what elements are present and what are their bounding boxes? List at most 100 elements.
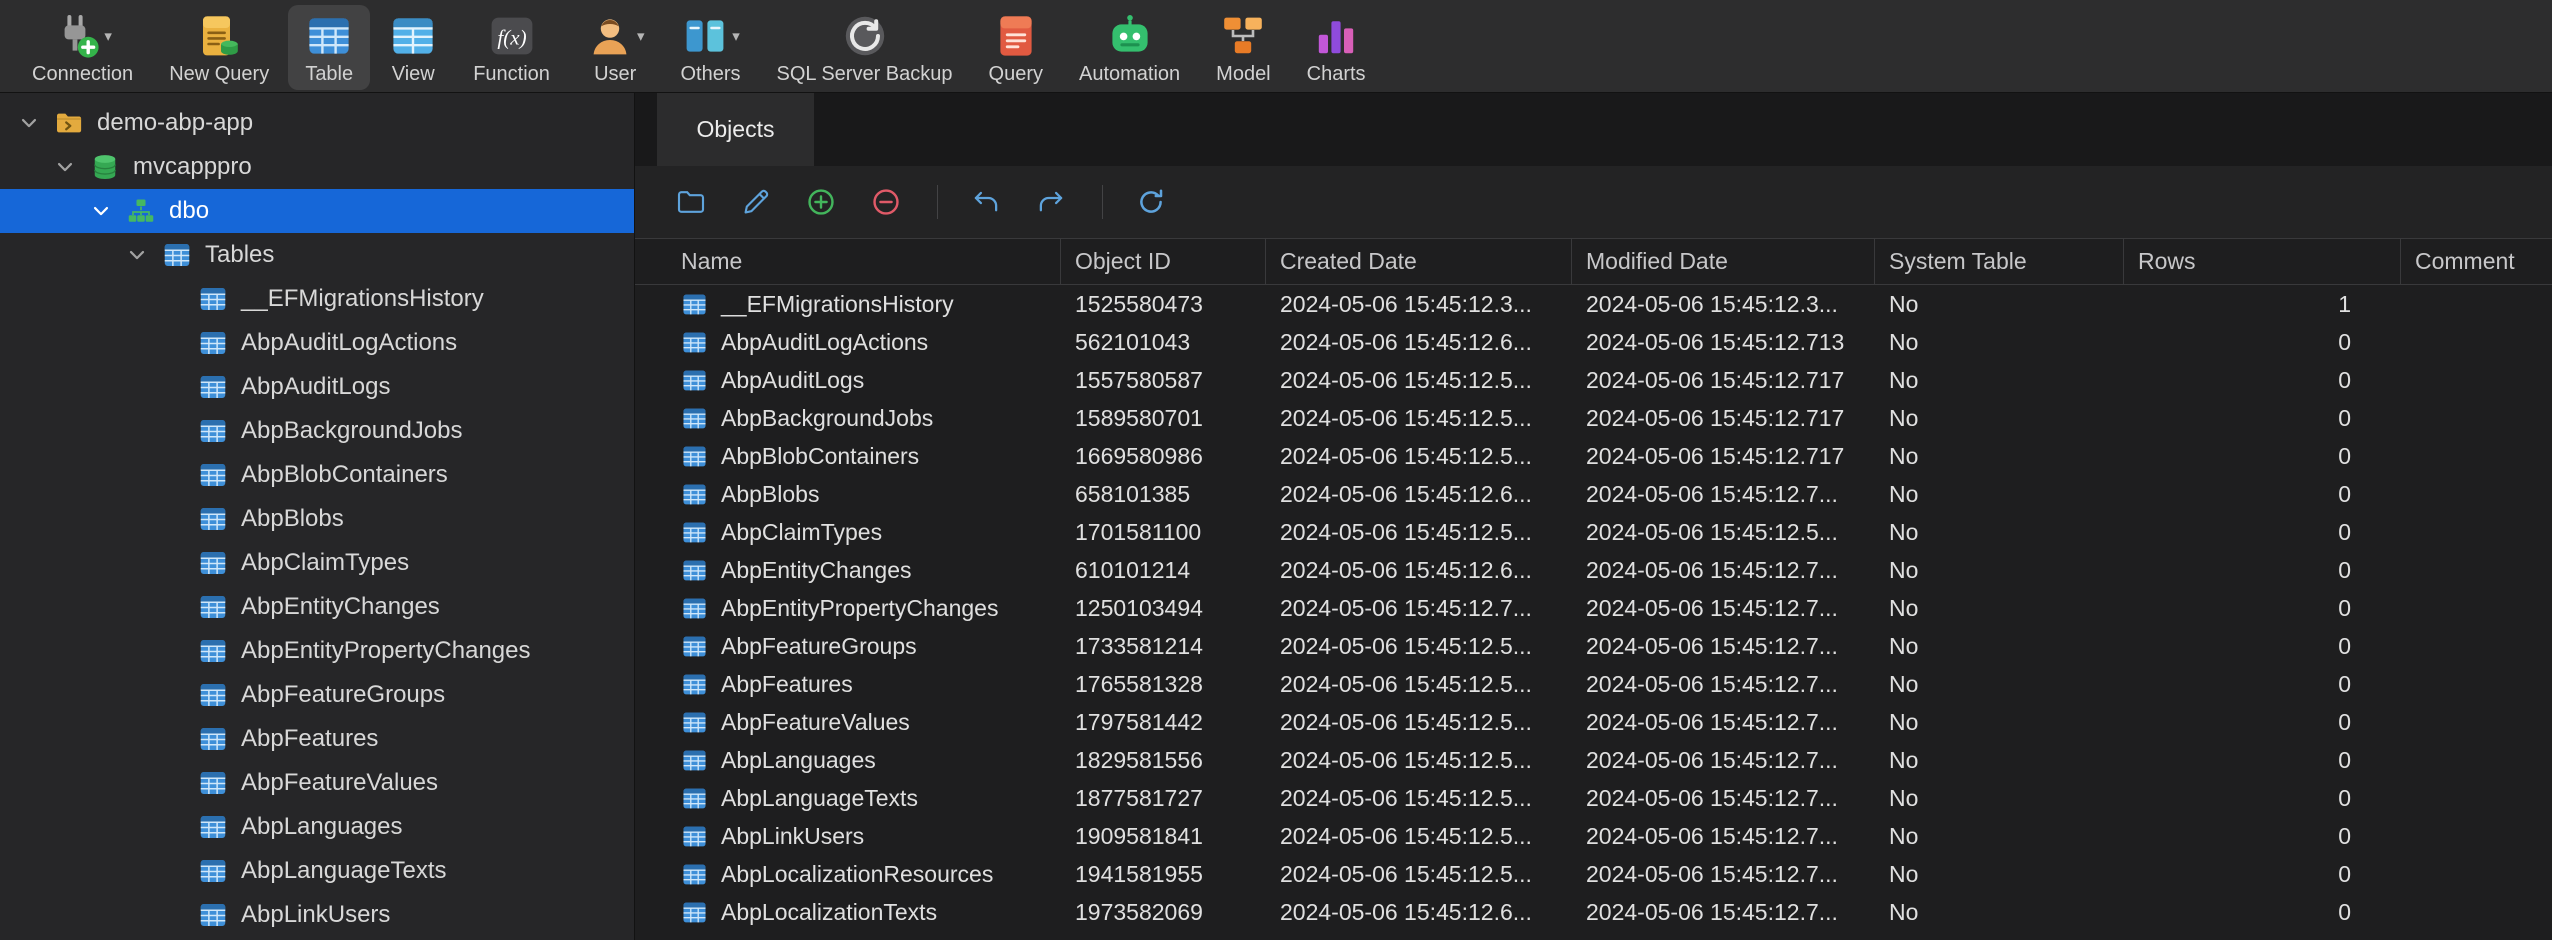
tree-item-label: AbpFeatures xyxy=(241,725,379,752)
table-row[interactable]: AbpEntityPropertyChanges 1250103494 2024-0… xyxy=(635,589,2552,627)
cell-name: AbpAuditLogs xyxy=(635,361,1061,399)
delete-table-button[interactable] xyxy=(868,184,904,220)
tree-item-abplanguagetexts[interactable]: AbpLanguageTexts xyxy=(0,849,634,893)
table-icon xyxy=(681,291,708,318)
table-row[interactable]: AbpFeatureValues 1797581442 2024-05-06 15:… xyxy=(635,703,2552,741)
table-row[interactable]: AbpLocalizationResources 1941581955 2024-0… xyxy=(635,855,2552,893)
column-header-system-table[interactable]: System Table xyxy=(1875,239,2124,284)
import-wizard-button[interactable] xyxy=(968,184,1004,220)
tree-item-label: AbpAuditLogs xyxy=(241,373,391,400)
toolbar-button-others[interactable]: ▾ Others xyxy=(663,5,757,90)
tree-item-mvcapppro[interactable]: mvcapppro xyxy=(0,145,634,189)
column-header-created-date[interactable]: Created Date xyxy=(1266,239,1572,284)
toolbar-button-table[interactable]: Table xyxy=(288,5,371,90)
tree-item-efmigrationshistory[interactable]: __EFMigrationsHistory xyxy=(0,277,634,321)
table-icon xyxy=(681,861,708,888)
tree-item-abpentitypropertychanges[interactable]: AbpEntityPropertyChanges xyxy=(0,629,634,673)
tree-item-abpauditlogactions[interactable]: AbpAuditLogActions xyxy=(0,321,634,365)
table-row[interactable]: AbpEntityChanges 610101214 2024-05-06 15:4… xyxy=(635,551,2552,589)
tree-item-abplanguages[interactable]: AbpLanguages xyxy=(0,805,634,849)
expand-chevron-icon[interactable] xyxy=(124,242,150,268)
refresh-button[interactable] xyxy=(1133,184,1169,220)
table-row[interactable]: AbpLanguageTexts 1877581727 2024-05-06 15:… xyxy=(635,779,2552,817)
table-name-text: AbpLanguages xyxy=(721,746,876,773)
cell-modified_date: 2024-05-06 15:45:12.7... xyxy=(1586,708,1838,735)
cell-name: AbpLanguages xyxy=(635,741,1061,779)
folder-icon xyxy=(675,186,707,218)
tree-item-label: AbpEntityPropertyChanges xyxy=(241,637,531,664)
tree-item-abpfeaturegroups[interactable]: AbpFeatureGroups xyxy=(0,673,634,717)
cell-name: AbpLocalizationResources xyxy=(635,855,1061,893)
column-header-comment[interactable]: Comment xyxy=(2401,239,2552,284)
column-header-object-id[interactable]: Object ID xyxy=(1061,239,1266,284)
toolbar-button-connection[interactable]: ▾ Connection xyxy=(15,5,150,90)
cell-comment xyxy=(2401,817,2552,855)
toolbar-button-view[interactable]: View xyxy=(372,5,454,90)
tree-item-abpentitychanges[interactable]: AbpEntityChanges xyxy=(0,585,634,629)
table-row[interactable]: AbpAuditLogs 1557580587 2024-05-06 15:45:1… xyxy=(635,361,2552,399)
tree-item-abpfeaturevalues[interactable]: AbpFeatureValues xyxy=(0,761,634,805)
toolbar-button-sql-server-backup[interactable]: SQL Server Backup xyxy=(760,5,970,90)
column-header-rows[interactable]: Rows xyxy=(2124,239,2401,284)
export-wizard-button[interactable] xyxy=(1033,184,1069,220)
tree-item-label: AbpLanguages xyxy=(241,813,403,840)
tree-item-abpblobcontainers[interactable]: AbpBlobContainers xyxy=(0,453,634,497)
table-icon xyxy=(198,900,228,930)
tree-item-abpfeatures[interactable]: AbpFeatures xyxy=(0,717,634,761)
pencil-icon xyxy=(740,186,772,218)
table-row[interactable]: AbpBlobContainers 1669580986 2024-05-06 15… xyxy=(635,437,2552,475)
table-row[interactable]: AbpFeatures 1765581328 2024-05-06 15:45:12… xyxy=(635,665,2552,703)
tree-item-label: AbpLinkUsers xyxy=(241,901,391,928)
tree-item-abplinkusers[interactable]: AbpLinkUsers xyxy=(0,893,634,937)
table-icon xyxy=(198,284,228,314)
cell-created_date: 2024-05-06 15:45:12.3... xyxy=(1280,290,1532,317)
cell-name: __EFMigrationsHistory xyxy=(635,285,1061,323)
table-icon xyxy=(681,367,708,394)
toolbar-button-query[interactable]: Query xyxy=(972,5,1060,90)
tree-item-dbo[interactable]: dbo xyxy=(0,189,634,233)
cell-system_table: No xyxy=(1889,556,1919,583)
cell-modified_date: 2024-05-06 15:45:12.7... xyxy=(1586,822,1838,849)
project-icon xyxy=(54,108,84,138)
table-row[interactable]: AbpBackgroundJobs 1589580701 2024-05-06 15… xyxy=(635,399,2552,437)
table-row[interactable]: AbpClaimTypes 1701581100 2024-05-06 15:45:… xyxy=(635,513,2552,551)
toolbar-button-function[interactable]: f(x) Function xyxy=(456,5,567,90)
toolbar-button-label: New Query xyxy=(169,63,270,85)
tree-item-abpclaimtypes[interactable]: AbpClaimTypes xyxy=(0,541,634,585)
tree-item-abpbackgroundjobs[interactable]: AbpBackgroundJobs xyxy=(0,409,634,453)
table-row[interactable]: AbpLanguages 1829581556 2024-05-06 15:45:1… xyxy=(635,741,2552,779)
expand-chevron-icon[interactable] xyxy=(16,110,42,136)
expand-chevron-icon[interactable] xyxy=(88,198,114,224)
tree-item-abpblobs[interactable]: AbpBlobs xyxy=(0,497,634,541)
tree-item-abpauditlogs[interactable]: AbpAuditLogs xyxy=(0,365,634,409)
tree-item-tables[interactable]: Tables xyxy=(0,233,634,277)
table-row[interactable]: AbpBlobs 658101385 2024-05-06 15:45:12.6..… xyxy=(635,475,2552,513)
cell-created_date: 2024-05-06 15:45:12.5... xyxy=(1280,746,1532,773)
expand-chevron-icon[interactable] xyxy=(52,154,78,180)
cell-object_id: 1525580473 xyxy=(1075,290,1203,317)
table-row[interactable]: AbpLinkUsers 1909581841 2024-05-06 15:45:1… xyxy=(635,817,2552,855)
table-icon xyxy=(681,481,708,508)
toolbar-button-label: SQL Server Backup xyxy=(776,63,953,85)
tab-objects[interactable]: Objects xyxy=(657,93,814,166)
table-row[interactable]: __EFMigrationsHistory 1525580473 2024-05-0… xyxy=(635,285,2552,323)
open-table-button[interactable] xyxy=(673,184,709,220)
cell-name: AbpAuditLogActions xyxy=(635,323,1061,361)
table-row[interactable]: AbpFeatureGroups 1733581214 2024-05-06 15:… xyxy=(635,627,2552,665)
column-header-name[interactable]: Name xyxy=(635,239,1061,284)
toolbar-button-new-query[interactable]: New Query xyxy=(152,5,286,90)
cell-modified_date: 2024-05-06 15:45:12.3... xyxy=(1586,290,1838,317)
toolbar-button-charts[interactable]: Charts xyxy=(1290,5,1383,90)
new-table-button[interactable] xyxy=(803,184,839,220)
design-table-button[interactable] xyxy=(738,184,774,220)
table-row[interactable]: AbpAuditLogActions 562101043 2024-05-06 15… xyxy=(635,323,2552,361)
toolbar-button-automation[interactable]: Automation xyxy=(1062,5,1197,90)
toolbar-button-model[interactable]: Model xyxy=(1199,5,1287,90)
tree-item-demo-abp-app[interactable]: demo-abp-app xyxy=(0,101,634,145)
tree-item-label: demo-abp-app xyxy=(97,109,254,136)
table-row[interactable]: AbpLocalizationTexts 1973582069 2024-05-06… xyxy=(635,893,2552,931)
column-header-modified-date[interactable]: Modified Date xyxy=(1572,239,1875,284)
cell-modified_date: 2024-05-06 15:45:12.7... xyxy=(1586,480,1838,507)
toolbar-button-user[interactable]: ▾ User xyxy=(569,5,662,90)
